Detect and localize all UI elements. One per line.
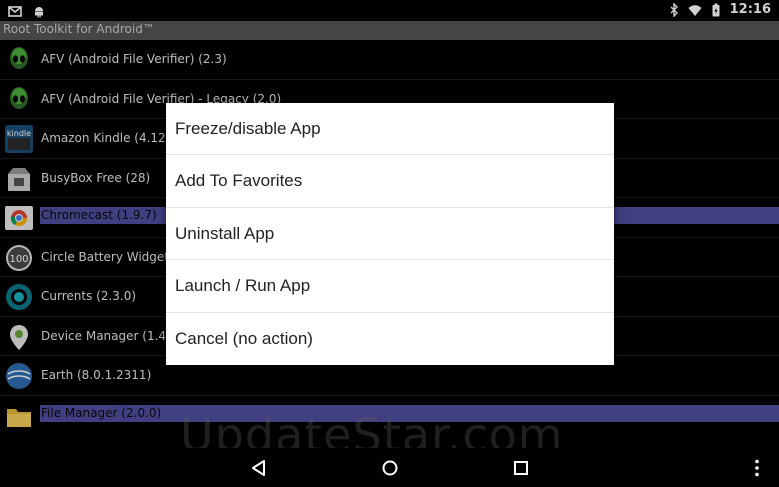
- overflow-menu-icon[interactable]: [746, 457, 768, 479]
- home-icon[interactable]: [379, 457, 401, 479]
- uninstall-app-option[interactable]: Uninstall App: [166, 208, 614, 261]
- add-to-favorites-option[interactable]: Add To Favorites: [166, 155, 614, 208]
- navigation-bar: [0, 448, 779, 487]
- cancel-option[interactable]: Cancel (no action): [166, 313, 614, 365]
- option-label: Add To Favorites: [175, 171, 303, 191]
- option-label: Uninstall App: [175, 223, 275, 243]
- recents-icon[interactable]: [510, 457, 532, 479]
- launch-run-app-option[interactable]: Launch / Run App: [166, 260, 614, 313]
- freeze-disable-app-option[interactable]: Freeze/disable App: [166, 103, 614, 156]
- option-label: Launch / Run App: [175, 276, 311, 296]
- back-icon[interactable]: [248, 457, 270, 479]
- option-label: Freeze/disable App: [175, 119, 321, 138]
- option-label: Cancel (no action): [175, 328, 313, 348]
- app-action-dialog: Freeze/disable App Add To Favorites Unin…: [166, 103, 614, 365]
